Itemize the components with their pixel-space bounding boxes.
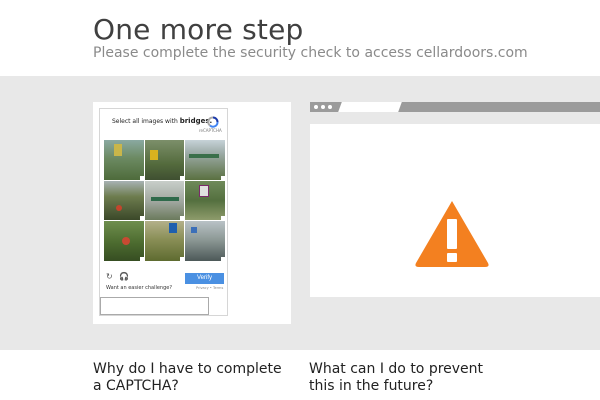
browser-illustration bbox=[310, 102, 600, 297]
warning-triangle-icon bbox=[415, 201, 489, 267]
window-dot bbox=[314, 105, 318, 109]
faq-why-captcha: Why do I have to complete a CAPTCHA? bbox=[93, 361, 282, 394]
image-grid bbox=[104, 140, 225, 261]
image-tile[interactable] bbox=[104, 140, 144, 180]
challenge-instruction: Select all images with bridges. bbox=[112, 117, 212, 125]
image-tile[interactable] bbox=[144, 180, 185, 221]
image-tile[interactable] bbox=[104, 221, 144, 261]
verify-button[interactable]: Verify bbox=[185, 273, 224, 284]
window-dot bbox=[328, 105, 332, 109]
page-subtitle: Please complete the security check to ac… bbox=[93, 45, 528, 61]
image-tile[interactable] bbox=[185, 140, 225, 180]
image-tile[interactable] bbox=[185, 180, 225, 221]
audio-icon[interactable]: 🎧 bbox=[119, 273, 129, 281]
easier-challenge-link[interactable]: Want an easier challenge? bbox=[106, 285, 172, 291]
captcha-response-field[interactable] bbox=[100, 297, 209, 315]
header: One more step Please complete the securi… bbox=[0, 0, 600, 76]
browser-titlebar bbox=[310, 102, 600, 112]
browser-tab bbox=[338, 102, 402, 112]
image-tile[interactable] bbox=[104, 180, 144, 221]
page-title: One more step bbox=[93, 13, 304, 46]
faq-prevent-future: What can I do to prevent this in the fut… bbox=[309, 361, 484, 394]
recaptcha-logo-icon bbox=[207, 116, 219, 128]
image-tile[interactable] bbox=[185, 221, 225, 261]
captcha-widget: Select all images with bridges. reCAPTCH… bbox=[99, 108, 228, 316]
image-tile[interactable] bbox=[144, 221, 185, 261]
recaptcha-label: reCAPTCHA bbox=[199, 128, 222, 133]
refresh-icon[interactable]: ↻ bbox=[106, 273, 113, 281]
challenge-prefix: Select all images with bbox=[112, 118, 178, 125]
browser-page bbox=[310, 124, 600, 297]
image-tile[interactable] bbox=[144, 140, 185, 180]
captcha-card: Select all images with bridges. reCAPTCH… bbox=[93, 102, 291, 324]
privacy-terms-link[interactable]: Privacy • Terms bbox=[196, 286, 223, 290]
window-dot bbox=[321, 105, 325, 109]
